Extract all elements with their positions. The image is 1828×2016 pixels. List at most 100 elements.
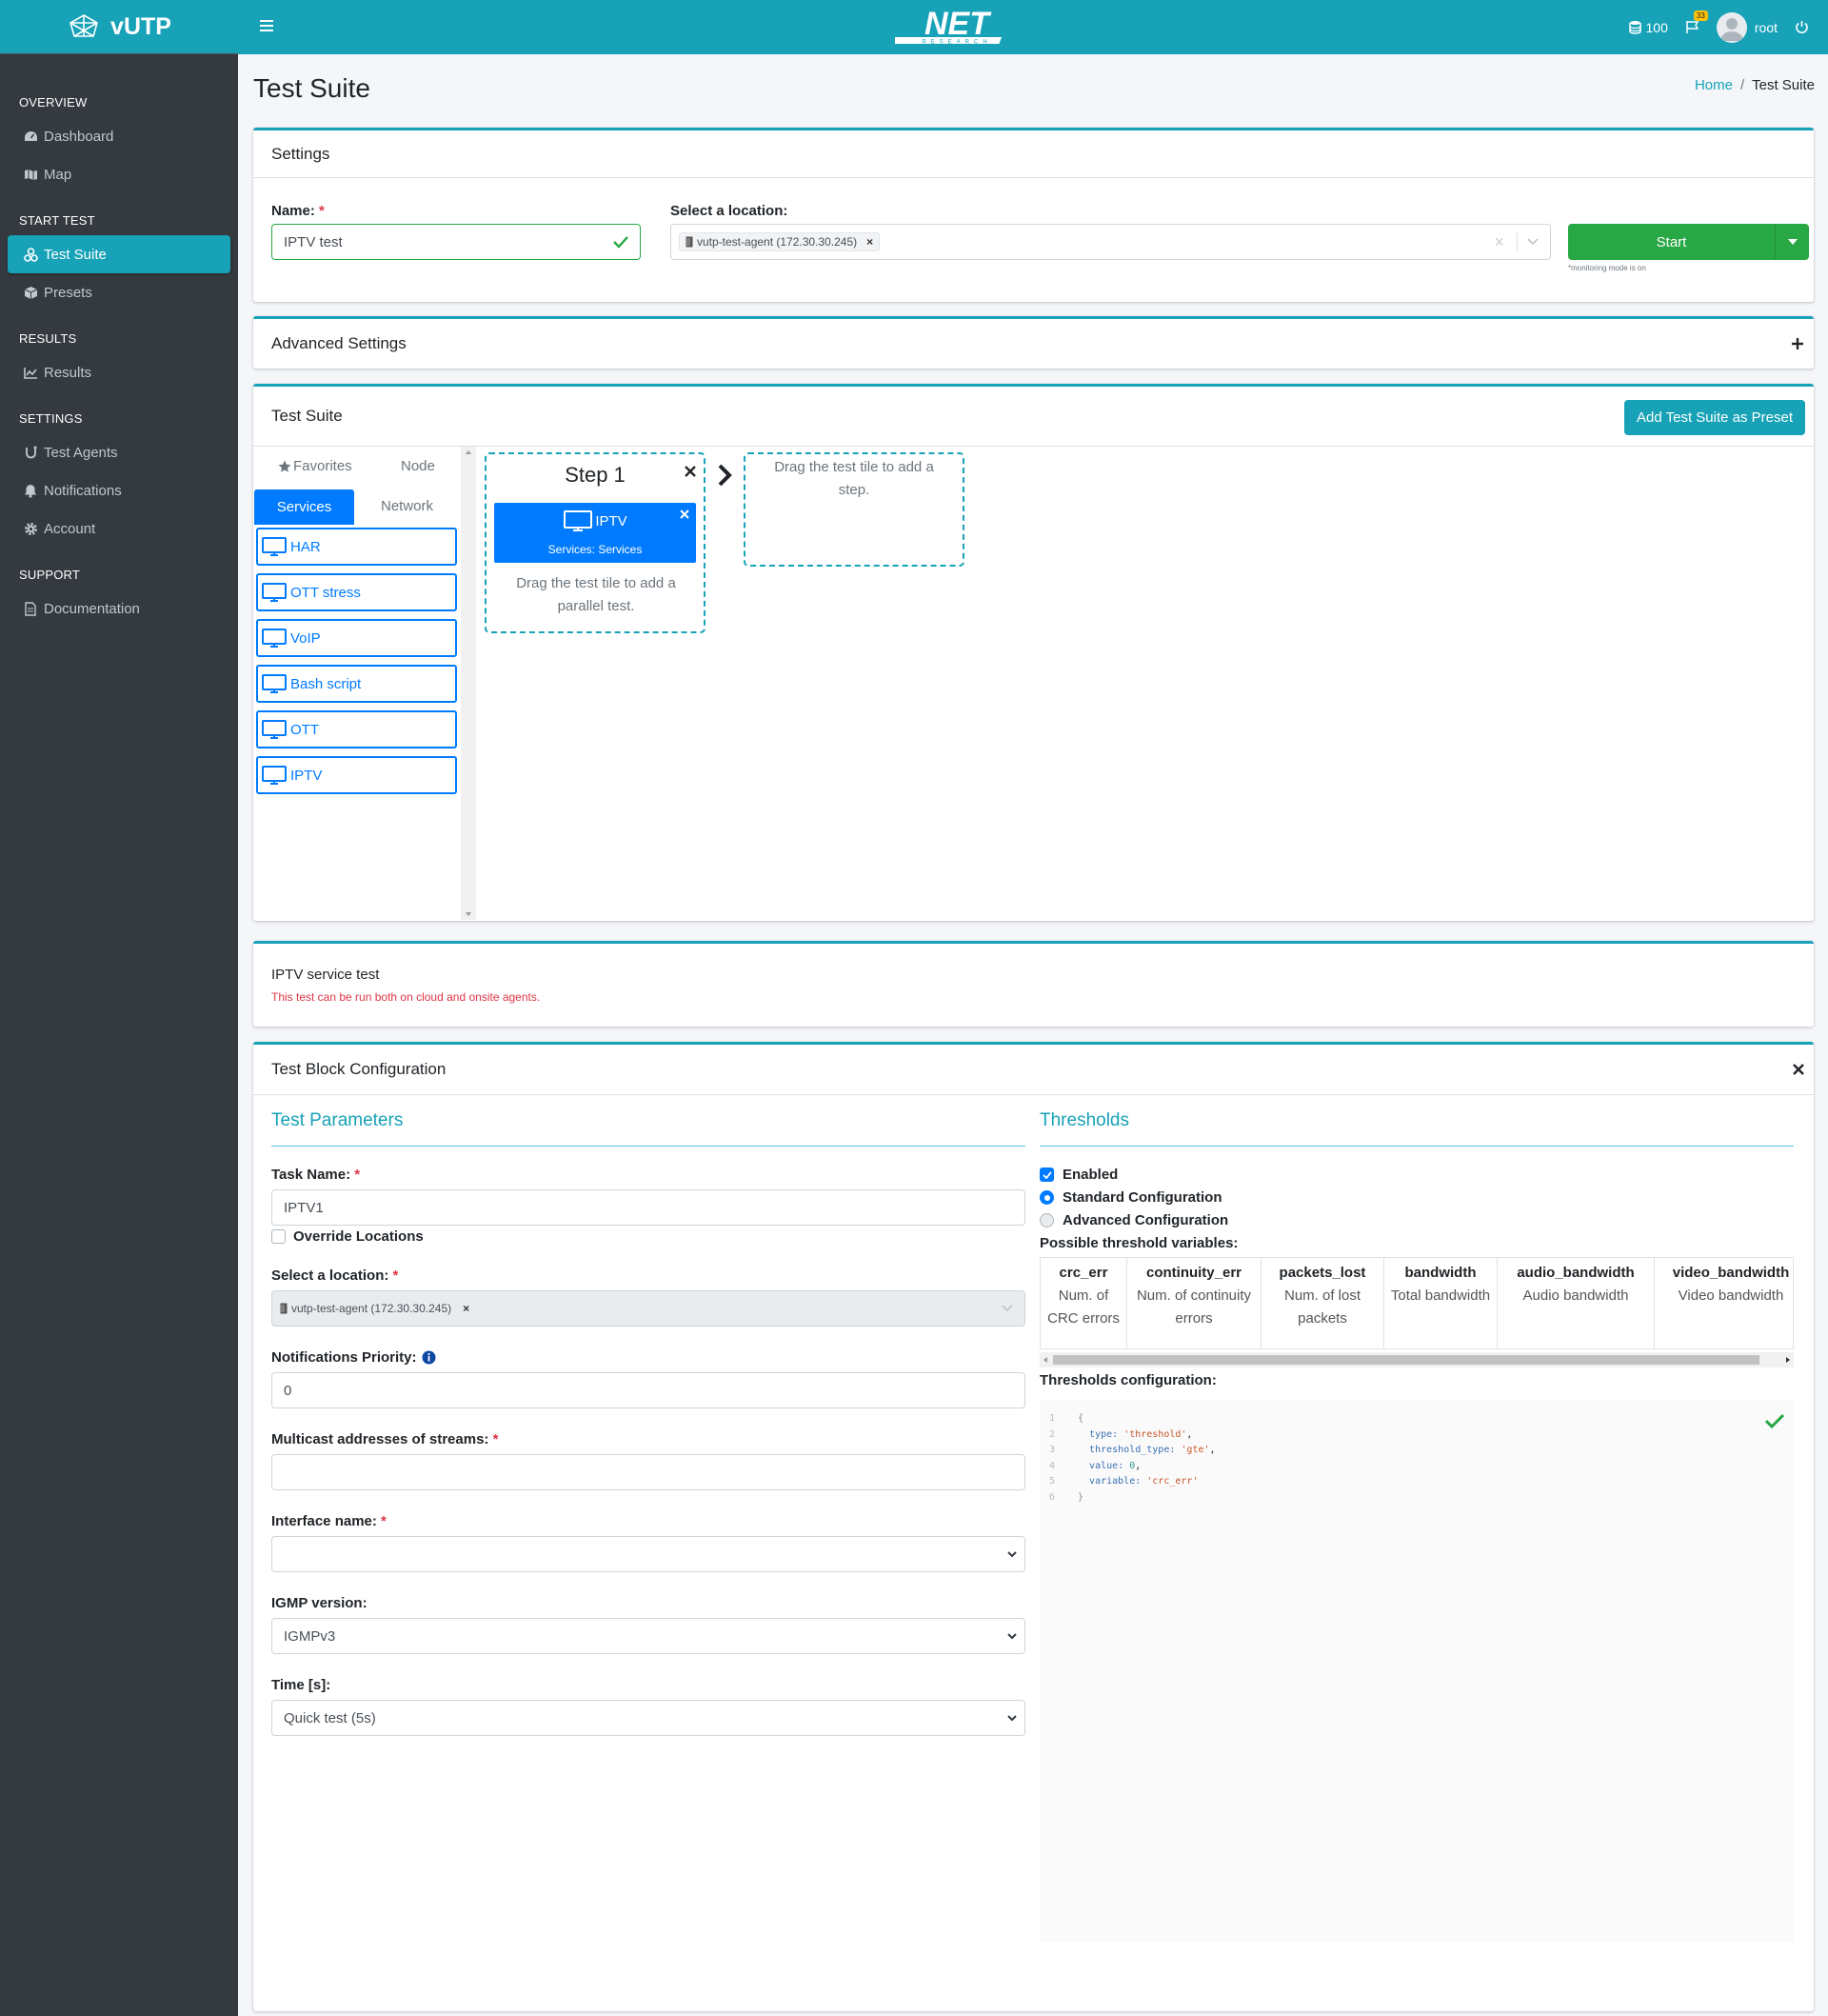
sidebar-item-presets[interactable]: Presets (8, 273, 230, 311)
tile-iptv[interactable]: IPTV (256, 756, 457, 794)
interface-select[interactable] (271, 1536, 1025, 1572)
scroll-right-icon[interactable] (1786, 1357, 1790, 1363)
tab-services[interactable]: Services (254, 489, 354, 525)
threshold-var-col: video_bandwidth Video bandwidth (1672, 1265, 1790, 1304)
advanced-settings-card[interactable]: Advanced Settings (253, 316, 1814, 369)
notifications-flag[interactable]: 33 (1685, 10, 1708, 34)
checkbox-box[interactable] (271, 1229, 286, 1244)
tile-label: HAR (290, 538, 321, 555)
sidebar-item-test-suite[interactable]: Test Suite (8, 235, 230, 273)
sidebar-item-label: Account (44, 520, 96, 537)
scroll-down-icon[interactable] (466, 912, 471, 916)
tab-node[interactable]: Node (401, 458, 435, 474)
clear-icon[interactable]: × (1494, 232, 1504, 252)
sidebar-item-notifications[interactable]: Notifications (8, 471, 230, 509)
standard-config-radio[interactable]: Standard Configuration (1040, 1189, 1222, 1206)
credits-counter[interactable]: 100 (1628, 20, 1668, 35)
priority-label: Notifications Priority: (271, 1349, 436, 1366)
chevron-down-icon[interactable] (1002, 1305, 1013, 1312)
tab-network[interactable]: Network (381, 498, 433, 514)
tile-voip[interactable]: VoIP (256, 619, 457, 657)
chevron-down-icon (1007, 1714, 1017, 1721)
info-icon[interactable] (422, 1350, 436, 1365)
thresholds-code-editor[interactable]: 1{ 2 type: 'threshold', 3 threshold_type… (1040, 1400, 1794, 1943)
star-icon (278, 460, 291, 472)
igmp-select[interactable]: IGMPv3 (271, 1618, 1025, 1654)
scroll-left-icon[interactable] (1043, 1357, 1047, 1363)
test-suite-title: Test Suite (271, 407, 343, 425)
start-button[interactable]: Start (1568, 224, 1775, 260)
config-location-select[interactable]: vutp-test-agent (172.30.30.245) × (271, 1290, 1025, 1327)
next-step-dropzone[interactable]: Drag the test tile to add a step. (744, 452, 964, 567)
sidebar-item-map[interactable]: Map (8, 155, 230, 193)
chevron-down-icon[interactable] (1527, 238, 1539, 246)
config-location-label: Select a location: * (271, 1267, 399, 1284)
threshold-var-col: crc_err Num. of CRC errors (1041, 1258, 1127, 1348)
igmp-value: IGMPv3 (284, 1627, 336, 1645)
sidebar-item-label: Documentation (44, 600, 140, 617)
start-dropdown-toggle[interactable] (1775, 224, 1809, 260)
advanced-settings-header[interactable]: Advanced Settings (253, 319, 1814, 369)
breadcrumb-home[interactable]: Home (1695, 77, 1733, 93)
threshold-var-col: packets_lost Num. of lost packets (1262, 1258, 1384, 1348)
close-icon[interactable] (1793, 1064, 1804, 1075)
threshold-var-col: audio_bandwidth Audio bandwidth (1498, 1258, 1655, 1348)
document-icon (23, 601, 38, 616)
enabled-checkbox[interactable]: Enabled (1040, 1167, 1118, 1183)
test-info-note: This test can be run both on cloud and o… (271, 990, 541, 1004)
test-parameters-title: Test Parameters (271, 1110, 1025, 1147)
table-scrollbar-thumb[interactable] (1053, 1355, 1759, 1365)
name-input[interactable]: IPTV test (271, 224, 641, 260)
chevron-right-icon (718, 464, 732, 487)
chip-remove-icon[interactable]: × (866, 235, 873, 249)
brand[interactable]: vUTP (0, 0, 238, 54)
main-content: Test Suite Home / Test Suite Settings Na… (238, 54, 1828, 2016)
scroll-up-icon[interactable] (466, 450, 471, 454)
monitor-icon (262, 766, 287, 785)
priority-input[interactable]: 0 (271, 1372, 1025, 1408)
radio-unchecked[interactable] (1040, 1213, 1054, 1228)
plus-icon[interactable] (1791, 337, 1804, 350)
tile-ott-stress[interactable]: OTT stress (256, 573, 457, 611)
logout-button[interactable] (1795, 20, 1809, 34)
sidebar-item-test-agents[interactable]: Test Agents (8, 433, 230, 471)
step-close-icon[interactable] (685, 466, 696, 477)
enabled-label: Enabled (1063, 1167, 1119, 1183)
tile-bash-script[interactable]: Bash script (256, 665, 457, 703)
priority-value: 0 (284, 1382, 292, 1399)
flag-icon (1686, 21, 1699, 33)
tile-panel-scrollbar[interactable] (461, 447, 476, 920)
sidebar-item-account[interactable]: Account (8, 509, 230, 548)
multicast-input[interactable] (271, 1454, 1025, 1490)
add-preset-button[interactable]: Add Test Suite as Preset (1624, 400, 1805, 435)
tab-favorites[interactable]: Favorites (278, 458, 352, 474)
caret-down-icon (1787, 239, 1798, 245)
settings-card: Settings Name: * IPTV test Select a loca… (253, 128, 1814, 302)
step-iptv-tile[interactable]: IPTV Services: Services (494, 503, 696, 563)
menu-toggle-icon[interactable] (259, 18, 278, 37)
sidebar-item-results[interactable]: Results (8, 353, 230, 391)
sidebar-item-label: Presets (44, 284, 92, 301)
tile-har[interactable]: HAR (256, 528, 457, 566)
nav-header-overview: OVERVIEW (19, 95, 88, 110)
advanced-settings-title: Advanced Settings (271, 334, 407, 352)
test-parameters-section: Test Parameters Task Name: * IPTV1 Overr… (271, 1095, 1025, 2009)
user-menu[interactable]: root (1716, 11, 1778, 43)
checkbox-checked[interactable] (1040, 1168, 1054, 1182)
time-value: Quick test (5s) (284, 1709, 376, 1727)
advanced-config-radio[interactable]: Advanced Configuration (1040, 1212, 1228, 1228)
tile-ott[interactable]: OTT (256, 710, 457, 749)
thresholds-section: Thresholds Enabled Standard Configuratio… (1040, 1095, 1794, 2009)
tile-remove-icon[interactable] (680, 509, 689, 519)
radio-checked[interactable] (1040, 1190, 1054, 1205)
brand-logo-icon (70, 14, 98, 37)
chip-remove-icon[interactable]: × (463, 1302, 469, 1315)
table-scrollbar[interactable] (1040, 1352, 1794, 1367)
sidebar-item-dashboard[interactable]: Dashboard (8, 117, 230, 155)
sidebar-item-documentation[interactable]: Documentation (8, 589, 230, 628)
task-name-input[interactable]: IPTV1 (271, 1189, 1025, 1226)
time-select[interactable]: Quick test (5s) (271, 1700, 1025, 1736)
location-select[interactable]: vutp-test-agent (172.30.30.245) × × (670, 224, 1551, 260)
override-locations-checkbox[interactable]: Override Locations (271, 1228, 424, 1245)
override-label: Override Locations (293, 1228, 424, 1245)
